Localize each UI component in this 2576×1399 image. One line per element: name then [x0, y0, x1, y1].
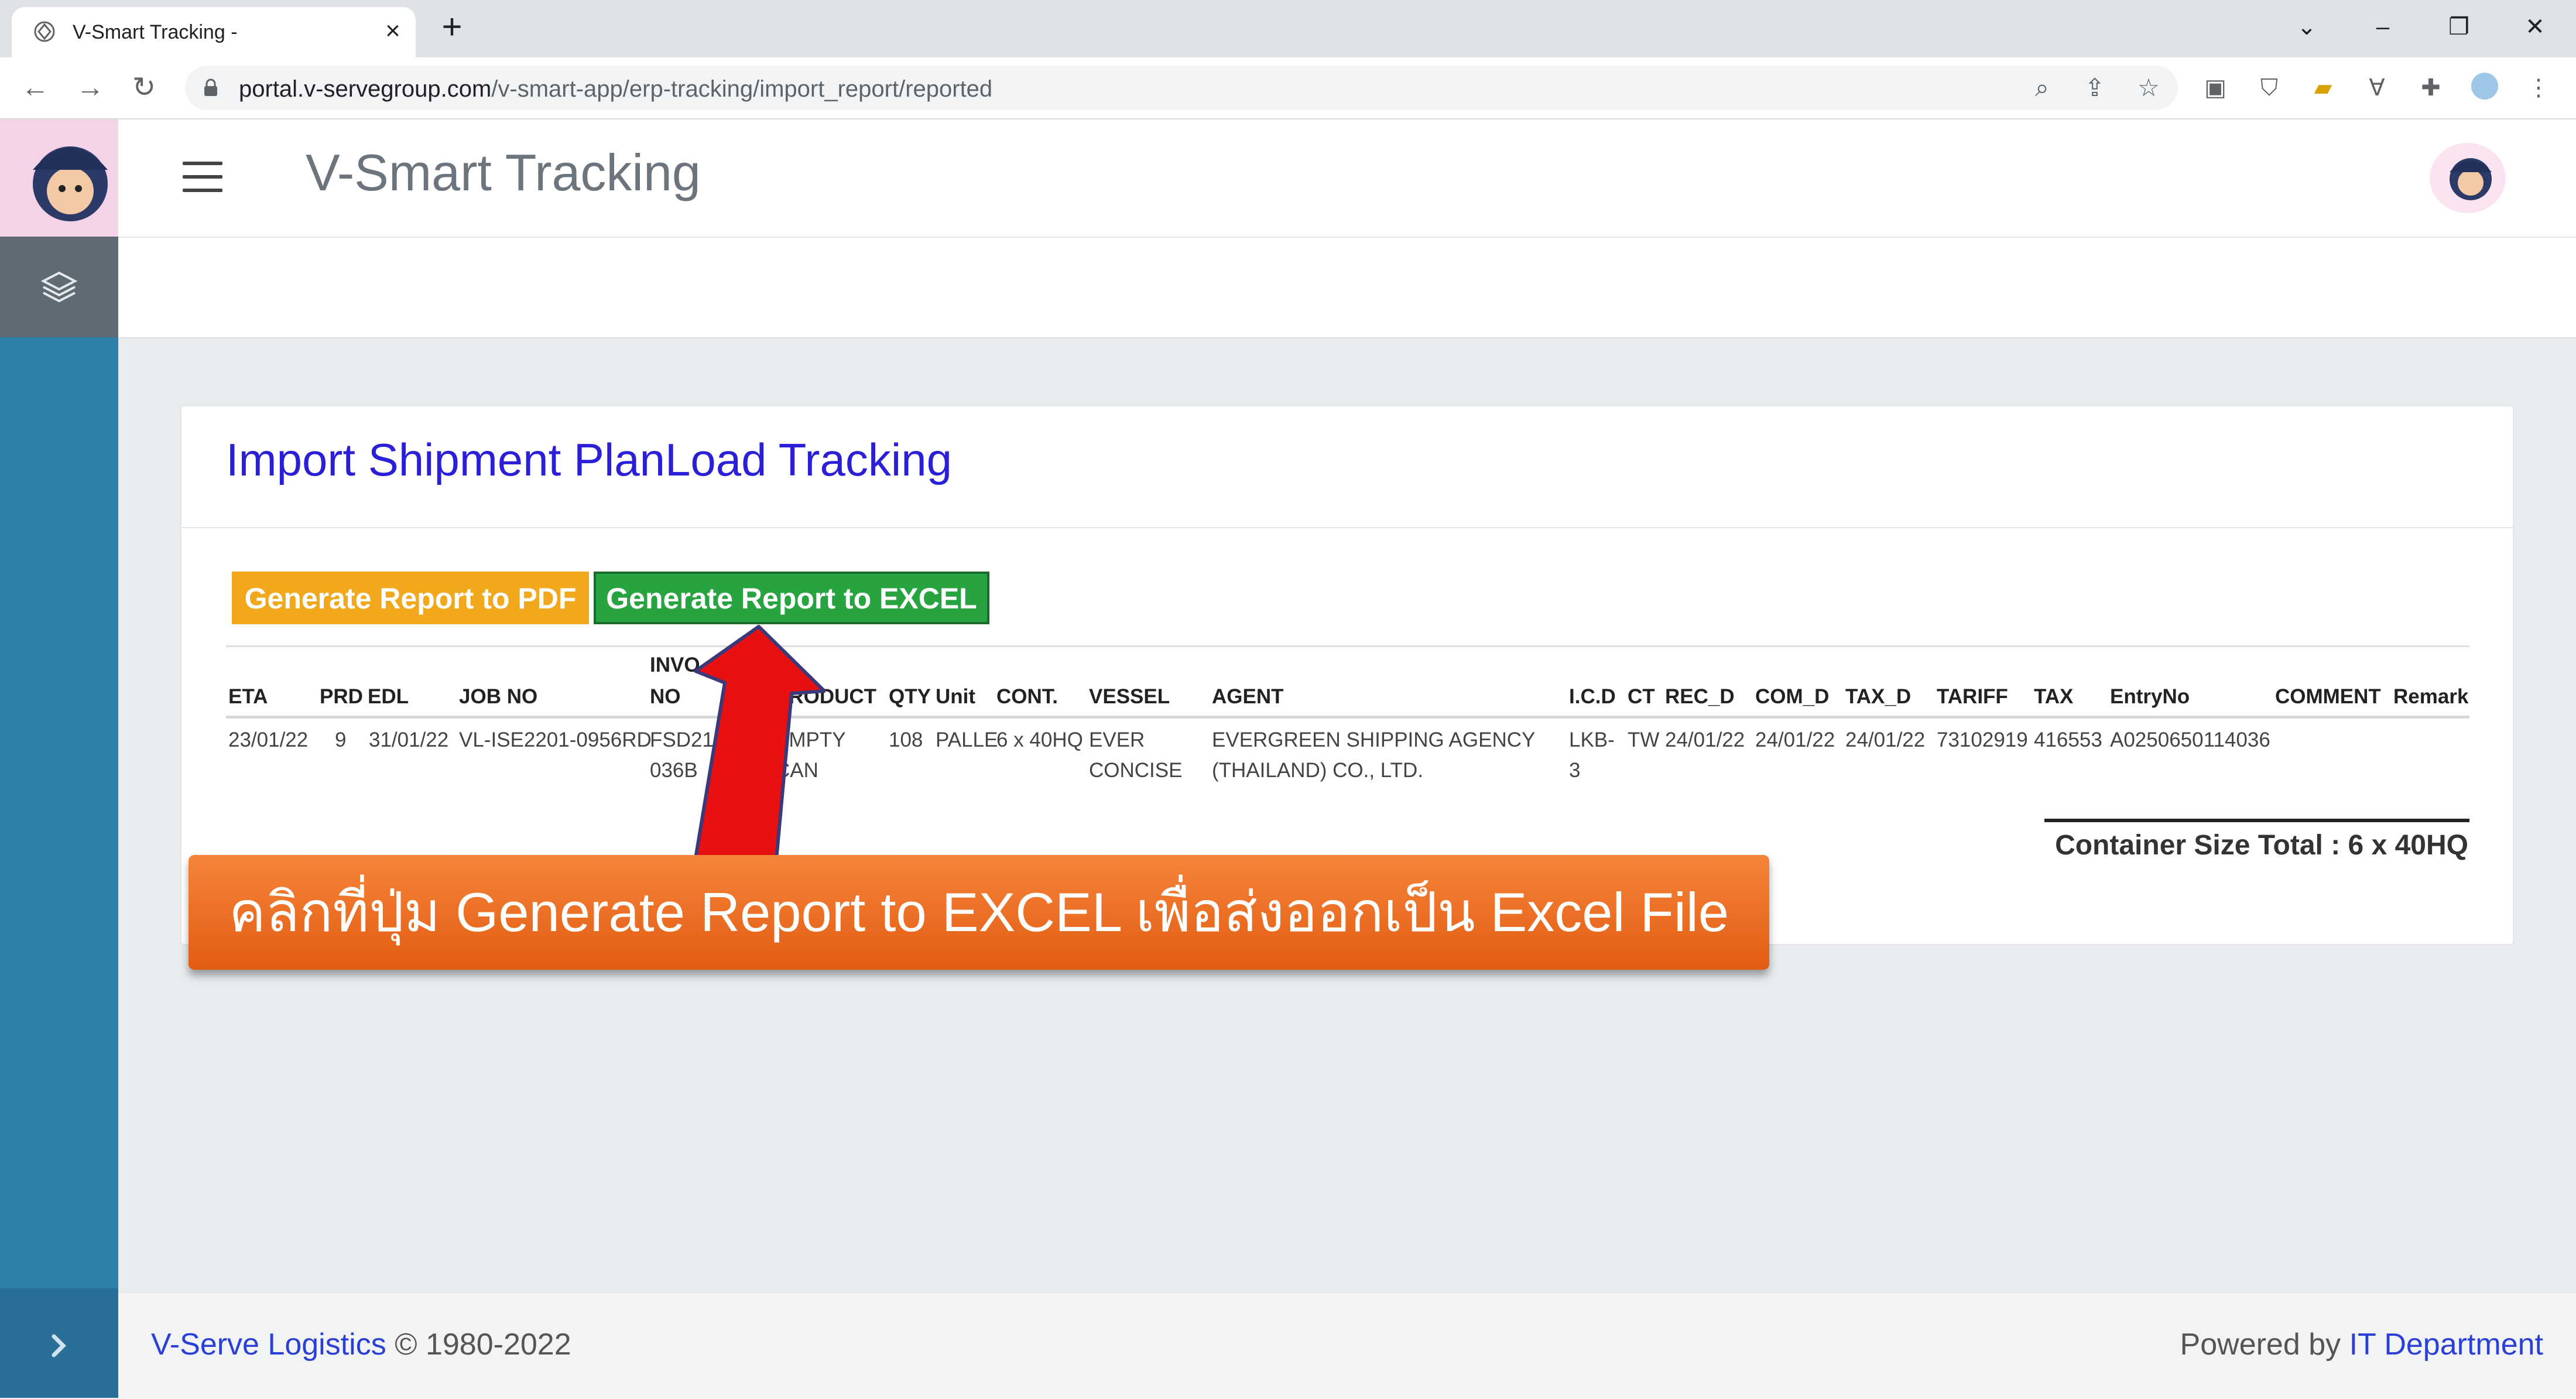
extension-icon[interactable]: ✚: [2416, 73, 2446, 103]
th-remark: Remark: [2393, 685, 2469, 708]
extension-chat-icon[interactable]: ▣: [2200, 73, 2231, 103]
th-entry-no: EntryNo: [2110, 685, 2190, 708]
browser-tabstrip: V-Smart Tracking - × + ⌄ – ❐ ✕: [0, 0, 2576, 57]
td-eta: 23/01/22: [228, 728, 309, 751]
zoom-icon[interactable]: ⌕: [2028, 74, 2056, 102]
generate-pdf-button[interactable]: Generate Report to PDF: [232, 572, 589, 624]
th-edl: EDL: [368, 685, 409, 708]
th-prd: PRD: [320, 685, 363, 708]
restore-icon[interactable]: ❐: [2435, 9, 2482, 45]
th-com-d: COM_D: [1755, 685, 1830, 708]
td-tax-d: 24/01/22: [1845, 728, 1926, 751]
th-eta: ETA: [228, 685, 268, 708]
container-size-total: Container Size Total : 6 x 40HQ: [2055, 830, 2468, 861]
td-icd: LKB-: [1569, 728, 1615, 751]
mascot-icon: [2450, 158, 2492, 200]
th-job-no: JOB NO: [459, 685, 538, 708]
td-agent: EVERGREEN SHIPPING AGENCY: [1212, 728, 1536, 751]
menu-icon[interactable]: ⋮: [2523, 73, 2554, 103]
footer: V-Serve Logistics © 1980-2022 Powered by…: [118, 1292, 2576, 1399]
th-cont: CONT.: [996, 685, 1058, 708]
close-icon[interactable]: ×: [378, 16, 407, 46]
window-close-icon[interactable]: ✕: [2512, 9, 2558, 45]
reload-icon[interactable]: ↻: [126, 70, 162, 105]
td-edl: 31/01/22: [369, 728, 449, 751]
sidebar-logo[interactable]: [0, 119, 118, 237]
divider: [226, 716, 2469, 719]
sidebar: [0, 119, 118, 1398]
th-icd: I.C.D: [1569, 685, 1616, 708]
arrow-up-icon: [691, 625, 825, 873]
th-ct: CT: [1628, 685, 1655, 708]
it-department-link[interactable]: IT Department: [2349, 1328, 2543, 1362]
td-rec-d: 24/01/22: [1665, 728, 1745, 751]
card-title: Import Shipment PlanLoad Tracking: [226, 434, 953, 485]
profile-icon[interactable]: [2469, 73, 2500, 103]
copyright-text: © 1980-2022: [395, 1328, 571, 1362]
sidebar-item-layers[interactable]: [0, 237, 118, 337]
share-icon[interactable]: ⇪: [2081, 74, 2109, 102]
th-agent: AGENT: [1212, 685, 1284, 708]
star-icon[interactable]: ☆: [2135, 74, 2163, 102]
powered-by-label: Powered by: [2180, 1328, 2341, 1362]
footer-powered: Powered by IT Department: [2180, 1327, 2543, 1362]
extension-shield-icon[interactable]: ⛉: [2254, 73, 2284, 103]
tab-favicon-icon: [34, 21, 55, 42]
th-tariff: TARIFF: [1937, 685, 2008, 708]
annotation-banner: คลิกที่ปุ่ม Generate Report to EXCEL เพื…: [189, 855, 1769, 970]
chevron-right-icon[interactable]: [41, 1328, 76, 1363]
address-bar[interactable]: portal.v-servegroup.com/v-smart-app/erp-…: [185, 66, 2178, 110]
divider: [2044, 819, 2469, 822]
forward-icon[interactable]: →: [73, 70, 108, 105]
app-title: V-Smart Tracking: [306, 143, 701, 201]
td-prd: 9: [335, 728, 347, 751]
td-tariff: 73102919: [1937, 728, 2028, 751]
footer-brand-link[interactable]: V-Serve Logistics: [151, 1328, 386, 1362]
th-tax-d: TAX_D: [1845, 685, 1912, 708]
td-ct: TW: [1628, 728, 1660, 751]
td-tax: 416553: [2034, 728, 2102, 751]
extension-v-icon[interactable]: ∀: [2362, 73, 2392, 103]
url-text: portal.v-servegroup.com/v-smart-app/erp-…: [239, 76, 993, 102]
divider: [181, 527, 2513, 528]
td-icd-2: 3: [1569, 759, 1581, 782]
avatar[interactable]: [2430, 143, 2506, 213]
layers-icon: [40, 271, 78, 303]
td-com-d: 24/01/22: [1755, 728, 1835, 751]
th-tax: TAX: [2034, 685, 2074, 708]
td-agent-2: (THAILAND) CO., LTD.: [1212, 759, 1424, 782]
td-unit: PALLE: [936, 728, 998, 751]
td-vessel-2: CONCISE: [1089, 759, 1183, 782]
divider: [226, 645, 2469, 647]
th-comment: COMMENT: [2275, 685, 2381, 708]
lock-icon: [204, 78, 217, 96]
td-job-no: VL-ISE2201-0956RD: [459, 728, 652, 751]
td-cont: 6 x 40HQ: [996, 728, 1083, 751]
browser-tab[interactable]: V-Smart Tracking - ×: [12, 7, 416, 57]
sub-header: [118, 238, 2576, 338]
logo-mascot-icon: [33, 146, 108, 221]
minimize-icon[interactable]: –: [2359, 9, 2406, 45]
back-icon[interactable]: ←: [18, 70, 53, 105]
th-qty: QTY: [889, 685, 931, 708]
th-rec-d: REC_D: [1665, 685, 1735, 708]
td-entry-no: A0250650114036: [2110, 728, 2270, 751]
th-unit: Unit: [936, 685, 976, 708]
tab-title: V-Smart Tracking -: [73, 21, 238, 43]
th-vessel: VESSEL: [1089, 685, 1170, 708]
td-qty: 108: [889, 728, 923, 751]
footer-copyright: V-Serve Logistics © 1980-2022: [151, 1327, 571, 1362]
td-vessel: EVER: [1089, 728, 1145, 751]
hamburger-icon[interactable]: [183, 162, 222, 192]
browser-toolbar: ← → ↻ portal.v-servegroup.com/v-smart-ap…: [0, 57, 2576, 119]
tab-search-icon[interactable]: ⌄: [2283, 9, 2330, 45]
plus-icon[interactable]: +: [436, 9, 468, 45]
extension-folder-icon[interactable]: ▰: [2308, 73, 2338, 103]
annotation-text: คลิกที่ปุ่ม Generate Report to EXCEL เพื…: [228, 881, 1729, 943]
